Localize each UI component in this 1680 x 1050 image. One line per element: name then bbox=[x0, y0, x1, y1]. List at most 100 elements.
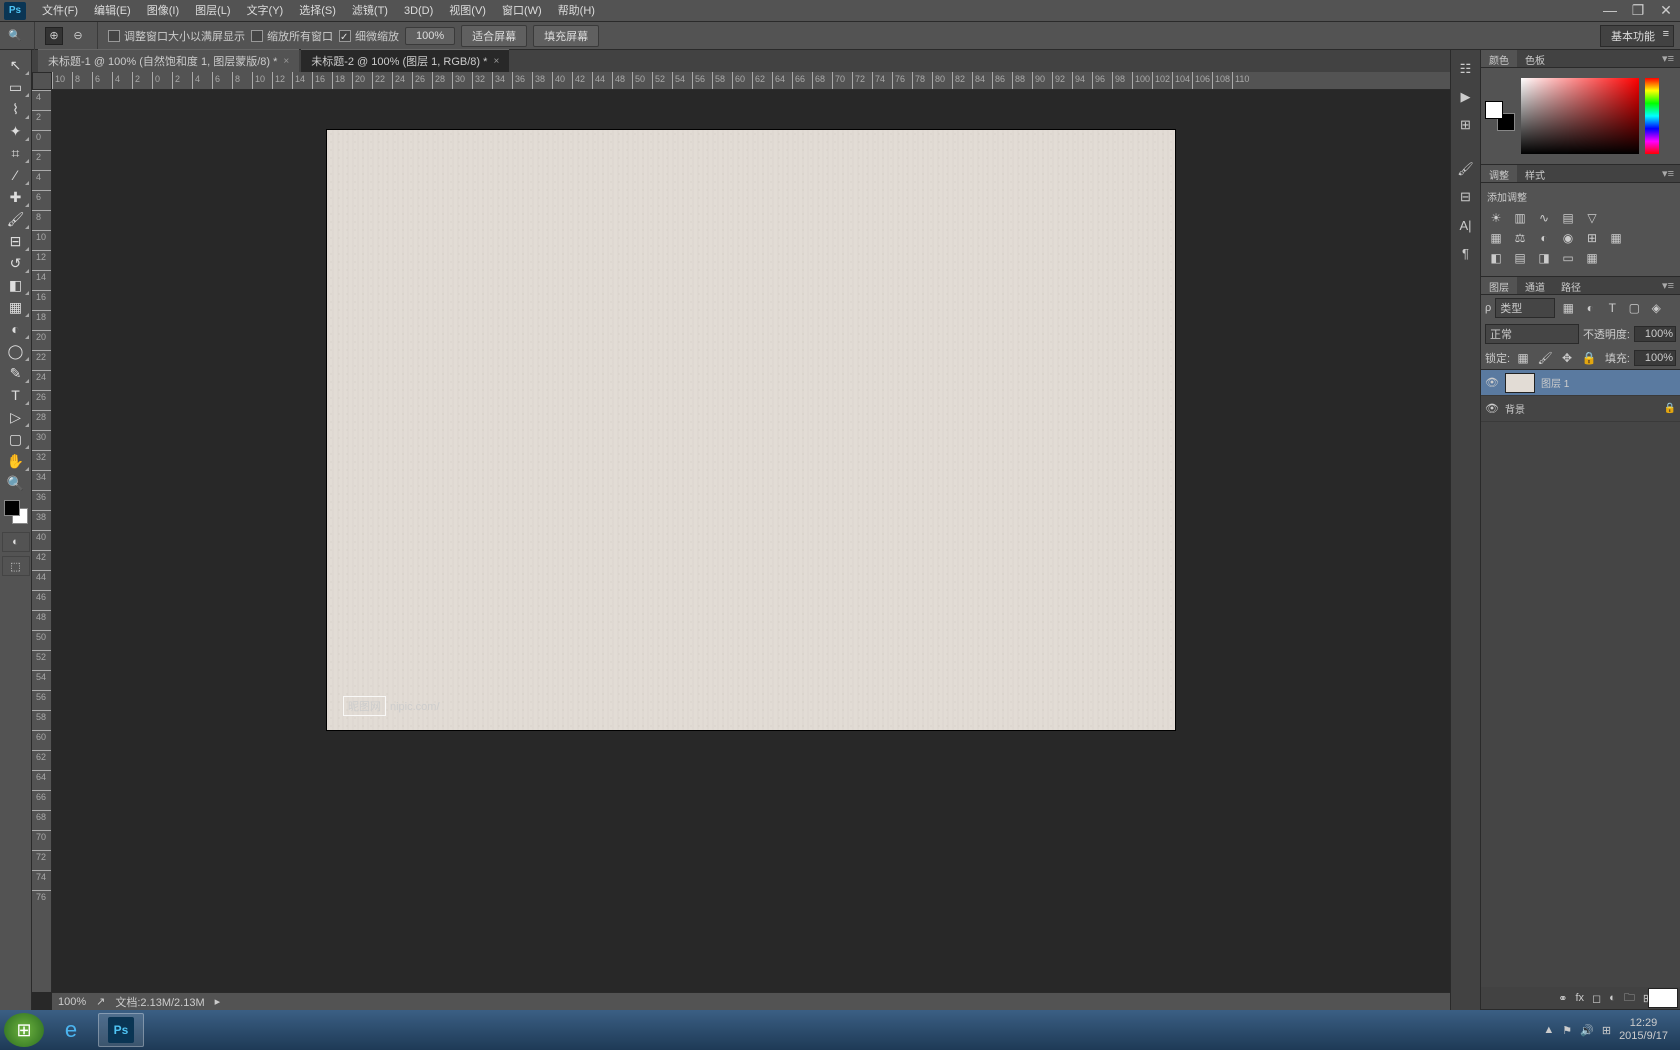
filter-pixel-icon[interactable]: ▦ bbox=[1559, 300, 1577, 316]
zoom-in-icon[interactable]: ⊕ bbox=[45, 27, 63, 45]
stamp-tool[interactable]: ⊟ bbox=[2, 230, 30, 252]
brush-panel-icon[interactable]: 🖌 bbox=[1455, 158, 1477, 180]
visibility-toggle[interactable]: 👁 bbox=[1485, 376, 1499, 389]
paragraph-panel-icon[interactable]: ¶ bbox=[1455, 242, 1477, 264]
menu-window[interactable]: 窗口(W) bbox=[494, 0, 550, 22]
marquee-tool[interactable]: ▭ bbox=[2, 76, 30, 98]
tab-paths[interactable]: 路径 bbox=[1553, 277, 1589, 294]
path-select-tool[interactable]: ▷ bbox=[2, 406, 30, 428]
zoom-tool-icon[interactable]: 🔍 bbox=[6, 27, 24, 45]
properties-panel-icon[interactable]: ⊞ bbox=[1455, 114, 1477, 136]
clone-panel-icon[interactable]: ⊟ bbox=[1455, 186, 1477, 208]
wand-tool[interactable]: ✦ bbox=[2, 120, 30, 142]
move-tool[interactable]: ↖ bbox=[2, 54, 30, 76]
panel-menu-icon[interactable]: ▾≡ bbox=[1656, 50, 1680, 67]
vibrance-icon[interactable]: ▽ bbox=[1583, 210, 1601, 226]
actions-panel-icon[interactable]: ▶ bbox=[1455, 86, 1477, 108]
menu-layer[interactable]: 图层(L) bbox=[187, 0, 238, 22]
type-tool[interactable]: T bbox=[2, 384, 30, 406]
menu-filter[interactable]: 滤镜(T) bbox=[344, 0, 396, 22]
threshold-icon[interactable]: ◨ bbox=[1535, 250, 1553, 266]
link-layers-icon[interactable]: ⚭ bbox=[1558, 992, 1567, 1005]
channel-mix-icon[interactable]: ⊞ bbox=[1583, 230, 1601, 246]
hand-tool[interactable]: ✋ bbox=[2, 450, 30, 472]
taskbar-photoshop[interactable]: Ps bbox=[98, 1013, 144, 1047]
maximize-button[interactable]: ❐ bbox=[1624, 2, 1652, 20]
selective-color-icon[interactable]: ▦ bbox=[1583, 250, 1601, 266]
tab-channels[interactable]: 通道 bbox=[1517, 277, 1553, 294]
char-panel-icon[interactable]: A| bbox=[1455, 214, 1477, 236]
shape-tool[interactable]: ▢ bbox=[2, 428, 30, 450]
hue-icon[interactable]: ▦ bbox=[1487, 230, 1505, 246]
layer-fx-icon[interactable]: fx bbox=[1575, 992, 1584, 1004]
fill-input[interactable]: 100% bbox=[1634, 350, 1676, 366]
history-brush-tool[interactable]: ↺ bbox=[2, 252, 30, 274]
screenmode-toggle[interactable]: ⬚ bbox=[2, 556, 30, 576]
color-field[interactable] bbox=[1521, 78, 1639, 154]
healing-tool[interactable]: ✚ bbox=[2, 186, 30, 208]
zoom-tool[interactable]: 🔍 bbox=[2, 472, 30, 494]
tab-layers[interactable]: 图层 bbox=[1481, 277, 1517, 294]
ruler-horizontal[interactable]: 1086420246810121416182022242628303234363… bbox=[52, 72, 1450, 90]
layer-row[interactable]: 👁 图层 1 bbox=[1481, 370, 1680, 396]
opacity-input[interactable]: 100% bbox=[1634, 326, 1676, 342]
fit-screen-button[interactable]: 适合屏幕 bbox=[461, 25, 527, 47]
new-adj-layer-icon[interactable]: ◐ bbox=[1609, 992, 1616, 1004]
taskbar-ie[interactable]: e bbox=[48, 1013, 94, 1047]
levels-icon[interactable]: ▥ bbox=[1511, 210, 1529, 226]
workspace-selector[interactable]: 基本功能 bbox=[1600, 25, 1674, 47]
start-button[interactable]: ⊞ bbox=[4, 1013, 44, 1047]
close-tab-icon[interactable]: × bbox=[283, 56, 289, 67]
tab-doc2[interactable]: 未标题-2 @ 100% (图层 1, RGB/8) *× bbox=[301, 49, 509, 72]
zoom-all-check[interactable]: 缩放所有窗口 bbox=[251, 28, 333, 44]
close-tab-icon[interactable]: × bbox=[493, 56, 499, 67]
menu-3d[interactable]: 3D(D) bbox=[396, 0, 441, 22]
filter-shape-icon[interactable]: ▢ bbox=[1625, 300, 1643, 316]
tab-color[interactable]: 颜色 bbox=[1481, 50, 1517, 67]
lock-pixels-icon[interactable]: 🖌 bbox=[1536, 350, 1554, 366]
gradient-tool[interactable]: ▦ bbox=[2, 296, 30, 318]
curves-icon[interactable]: ∿ bbox=[1535, 210, 1553, 226]
eraser-tool[interactable]: ◧ bbox=[2, 274, 30, 296]
tab-styles[interactable]: 样式 bbox=[1517, 165, 1553, 182]
blur-tool[interactable]: ◐ bbox=[2, 318, 30, 340]
photo-filter-icon[interactable]: ◉ bbox=[1559, 230, 1577, 246]
exposure-icon[interactable]: ▤ bbox=[1559, 210, 1577, 226]
tab-swatches[interactable]: 色板 bbox=[1517, 50, 1553, 67]
tray-network-icon[interactable]: ⊞ bbox=[1602, 1024, 1611, 1037]
gradient-map-icon[interactable]: ▭ bbox=[1559, 250, 1577, 266]
posterize-icon[interactable]: ▤ bbox=[1511, 250, 1529, 266]
menu-view[interactable]: 视图(V) bbox=[441, 0, 494, 22]
share-icon[interactable]: ↗ bbox=[96, 995, 105, 1008]
ruler-vertical[interactable]: 4202468101214161820222426283032343638404… bbox=[32, 90, 52, 992]
history-panel-icon[interactable]: ☷ bbox=[1455, 58, 1477, 80]
brightness-icon[interactable]: ☀ bbox=[1487, 210, 1505, 226]
menu-file[interactable]: 文件(F) bbox=[34, 0, 86, 22]
zoom-100-button[interactable]: 100% bbox=[405, 27, 455, 45]
layer-name[interactable]: 图层 1 bbox=[1541, 375, 1569, 390]
layer-name[interactable]: 背景 bbox=[1505, 401, 1525, 416]
dodge-tool[interactable]: ◯ bbox=[2, 340, 30, 362]
fill-screen-button[interactable]: 填充屏幕 bbox=[533, 25, 599, 47]
tab-doc1[interactable]: 未标题-1 @ 100% (自然饱和度 1, 图层蒙版/8) *× bbox=[38, 49, 299, 72]
lock-trans-icon[interactable]: ▦ bbox=[1514, 350, 1532, 366]
tab-adjustments[interactable]: 调整 bbox=[1481, 165, 1517, 182]
statusbar-flyout[interactable]: ▸ bbox=[215, 995, 221, 1008]
layer-row[interactable]: 👁 背景 🔒 bbox=[1481, 396, 1680, 422]
visibility-toggle[interactable]: 👁 bbox=[1485, 402, 1499, 415]
canvas-viewport[interactable]: 昵图网nipic.com/ bbox=[52, 90, 1450, 992]
eyedropper-tool[interactable]: ⁄ bbox=[2, 164, 30, 186]
menu-edit[interactable]: 编辑(E) bbox=[86, 0, 139, 22]
new-group-icon[interactable]: 🗀 bbox=[1624, 989, 1635, 1008]
panel-menu-icon[interactable]: ▾≡ bbox=[1656, 165, 1680, 182]
bw-icon[interactable]: ◐ bbox=[1535, 230, 1553, 246]
scrubby-zoom-check[interactable]: 细微缩放 bbox=[339, 28, 399, 44]
panel-menu-icon[interactable]: ▾≡ bbox=[1656, 277, 1680, 294]
menu-image[interactable]: 图像(I) bbox=[139, 0, 187, 22]
canvas[interactable]: 昵图网nipic.com/ bbox=[327, 130, 1175, 730]
menu-select[interactable]: 选择(S) bbox=[291, 0, 344, 22]
menu-type[interactable]: 文字(Y) bbox=[239, 0, 292, 22]
tray-flag-icon[interactable]: ▲ bbox=[1543, 1024, 1554, 1036]
lasso-tool[interactable]: ⌇ bbox=[2, 98, 30, 120]
balance-icon[interactable]: ⚖ bbox=[1511, 230, 1529, 246]
